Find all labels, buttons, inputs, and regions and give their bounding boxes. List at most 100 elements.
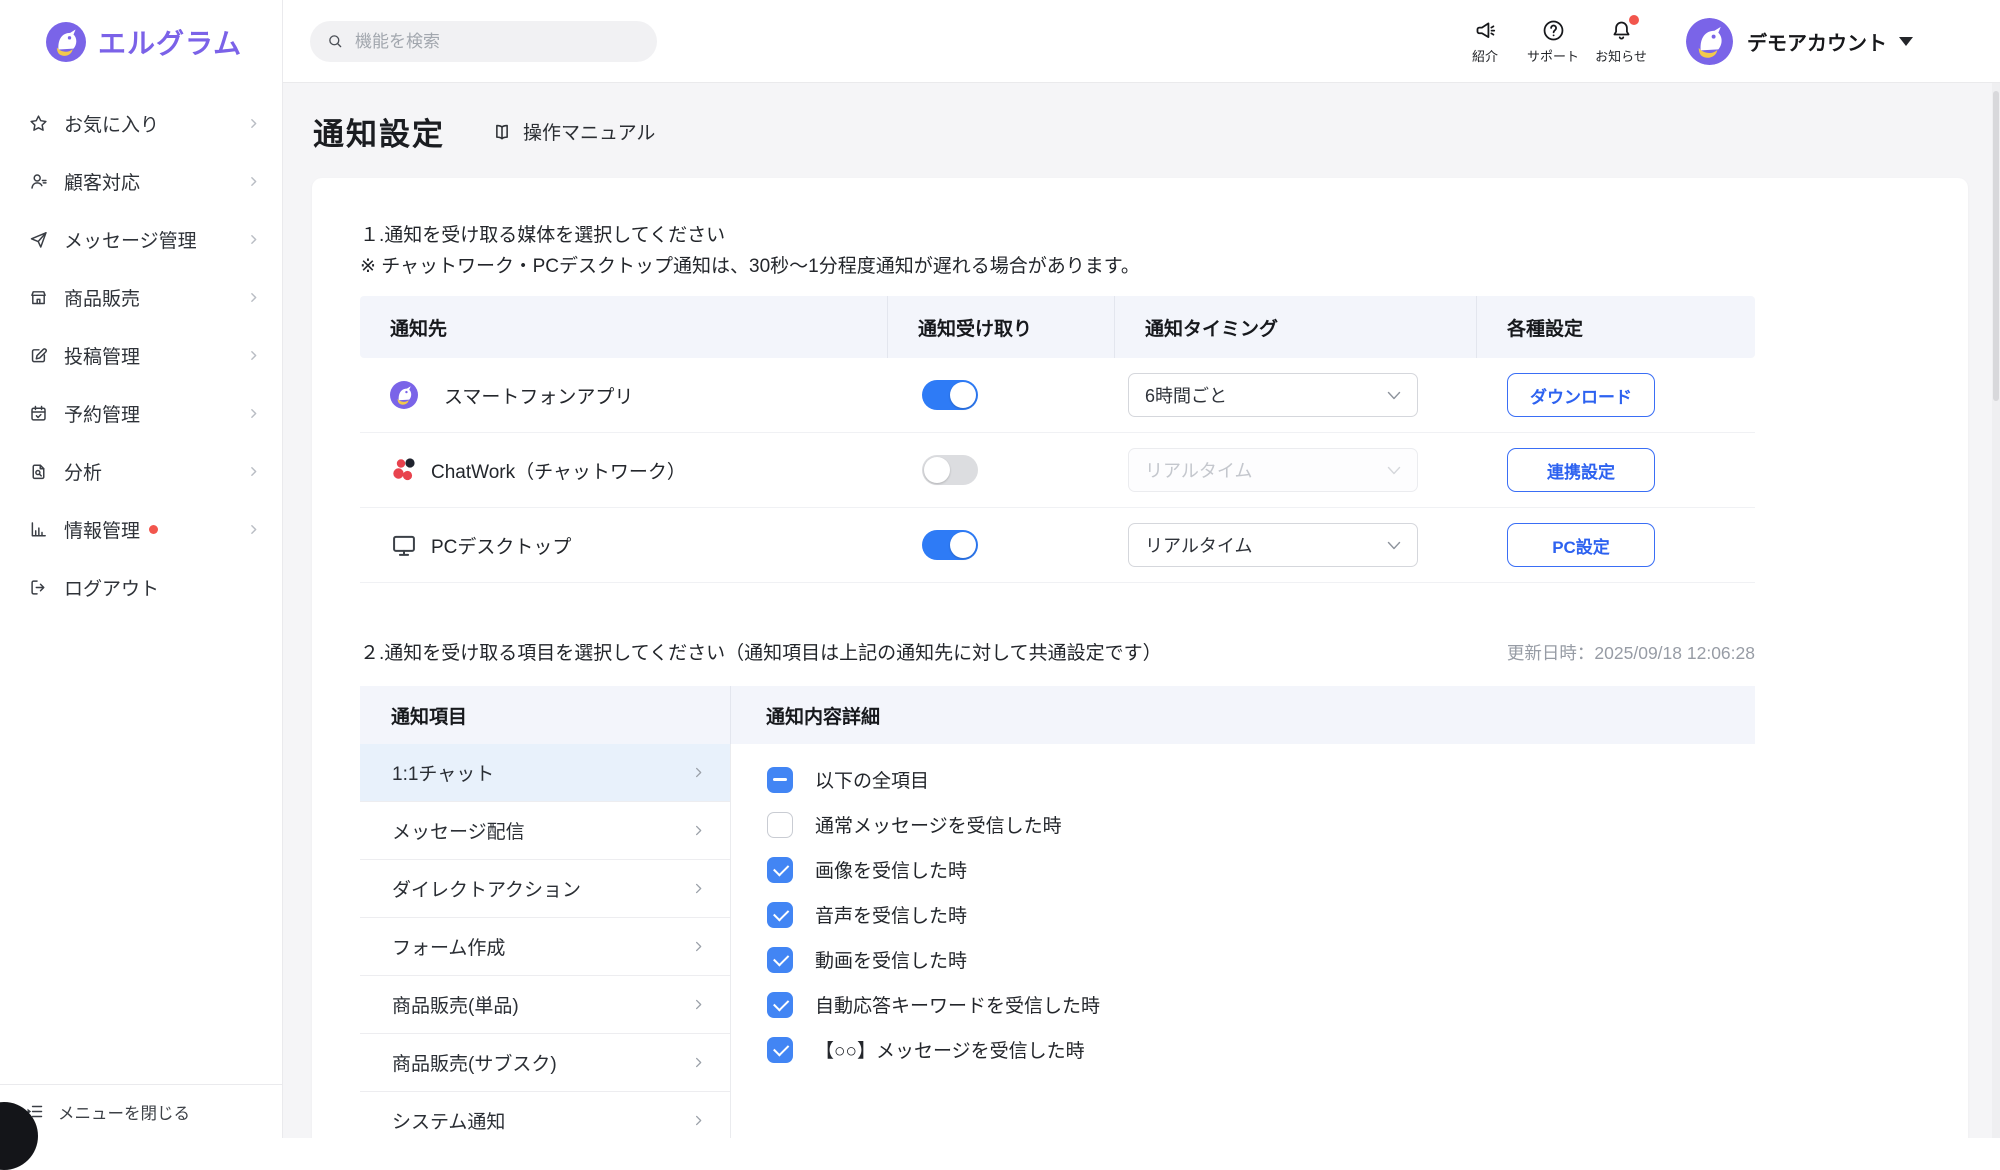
search-box[interactable]: [310, 21, 657, 62]
sidebar-nav: お気に入り 顧客対応 メッセージ管理 商品販売 投稿管理 予約管理: [0, 94, 282, 616]
col-notify-target: 通知先: [360, 296, 887, 358]
topbar-actions: 紹介 サポート お知らせ デモアカウント: [1448, 0, 1913, 83]
chevron-right-icon: [247, 407, 260, 420]
checkbox[interactable]: [767, 902, 793, 928]
chevron-right-icon: [691, 823, 706, 838]
edit-icon: [28, 345, 49, 366]
category-item-1on1-chat[interactable]: 1:1チャット: [360, 744, 730, 802]
checkbox[interactable]: [767, 1037, 793, 1063]
updated-at: 更新日時：2025/09/18 12:06:28: [1507, 640, 1755, 665]
notify-target-cell: ChatWork（チャットワーク）: [360, 456, 887, 484]
close-menu-label: メニューを閉じる: [58, 1100, 190, 1124]
button-cell: 連携設定: [1476, 448, 1755, 492]
close-menu-button[interactable]: メニューを閉じる: [0, 1084, 282, 1138]
col-settings: 各種設定: [1476, 296, 1755, 358]
option-row-all-items[interactable]: 以下の全項目: [767, 757, 1755, 802]
table-row-pc-desktop: PCデスクトップ リアルタイム PC設定: [360, 508, 1755, 583]
category-label: 商品販売(単品): [392, 991, 519, 1018]
manual-link[interactable]: 操作マニュアル: [491, 118, 655, 145]
category-label: メッセージ配信: [392, 817, 525, 844]
referral-label: 紹介: [1472, 46, 1498, 65]
user-icon: [28, 171, 49, 192]
scrollbar-thumb[interactable]: [1993, 91, 1999, 401]
account-dropdown-caret-icon[interactable]: [1899, 37, 1913, 46]
option-row-image-received[interactable]: 画像を受信した時: [767, 847, 1755, 892]
receive-toggle[interactable]: [922, 455, 978, 485]
category-item-product-sales-subscription[interactable]: 商品販売(サブスク): [360, 1034, 730, 1092]
search-input[interactable]: [355, 32, 641, 52]
sidebar-item-label: 商品販売: [64, 284, 140, 311]
sidebar-item-logout[interactable]: ログアウト: [0, 558, 282, 616]
sidebar-item-post-management[interactable]: 投稿管理: [0, 326, 282, 384]
support-button[interactable]: サポート: [1522, 18, 1584, 65]
select-cell: リアルタイム: [1114, 523, 1476, 567]
sidebar-item-product-sales[interactable]: 商品販売: [0, 268, 282, 326]
chevron-right-icon: [247, 291, 260, 304]
checkbox[interactable]: [767, 947, 793, 973]
notify-target-label: ChatWork（チャットワーク）: [431, 457, 686, 484]
col-notify-detail: 通知内容詳細: [731, 686, 1755, 744]
category-item-direct-action[interactable]: ダイレクトアクション: [360, 860, 730, 918]
select-cell: リアルタイム: [1114, 448, 1476, 492]
option-row-video-received[interactable]: 動画を受信した時: [767, 937, 1755, 982]
receive-toggle[interactable]: [922, 380, 978, 410]
notify-items-table-header: 通知項目 通知内容詳細: [360, 686, 1755, 744]
col-notify-item: 通知項目: [360, 686, 731, 744]
checkbox[interactable]: [767, 767, 793, 793]
chevron-right-icon: [247, 349, 260, 362]
checkbox[interactable]: [767, 857, 793, 883]
category-item-product-sales-single[interactable]: 商品販売(単品): [360, 976, 730, 1034]
option-row-marked-message[interactable]: 【○○】メッセージを受信した時: [767, 1027, 1755, 1072]
download-button[interactable]: ダウンロード: [1507, 373, 1655, 417]
chatwork-link-settings-button[interactable]: 連携設定: [1507, 448, 1655, 492]
account-avatar[interactable]: [1686, 18, 1733, 65]
chevron-right-icon: [247, 233, 260, 246]
receive-toggle[interactable]: [922, 530, 978, 560]
option-row-audio-received[interactable]: 音声を受信した時: [767, 892, 1755, 937]
option-list: 以下の全項目 通常メッセージを受信した時 画像を受信した時 音声を受信した時: [731, 744, 1755, 1072]
category-item-form-creation[interactable]: フォーム作成: [360, 918, 730, 976]
select-cell: 6時間ごと: [1114, 373, 1476, 417]
logout-icon: [28, 577, 49, 598]
referral-button[interactable]: 紹介: [1454, 18, 1516, 65]
scrollbar-track[interactable]: [1992, 83, 2000, 1138]
sidebar-item-label: 投稿管理: [64, 342, 140, 369]
brand-logo[interactable]: エルグラム: [46, 22, 242, 62]
desktop-monitor-icon: [390, 531, 418, 559]
sidebar-item-info-management[interactable]: 情報管理: [0, 500, 282, 558]
option-label: 自動応答キーワードを受信した時: [815, 991, 1100, 1018]
category-item-system-notification[interactable]: システム通知: [360, 1092, 730, 1138]
category-item-message-delivery[interactable]: メッセージ配信: [360, 802, 730, 860]
section2-heading: ２.通知を受け取る項目を選択してください（通知項目は上記の通知先に対して共通設定…: [360, 638, 1162, 665]
app-logo-icon: [390, 381, 418, 409]
timing-select[interactable]: 6時間ごと: [1128, 373, 1418, 417]
timing-select[interactable]: リアルタイム: [1128, 523, 1418, 567]
pc-settings-button[interactable]: PC設定: [1507, 523, 1655, 567]
sidebar-item-reservation-management[interactable]: 予約管理: [0, 384, 282, 442]
checkbox[interactable]: [767, 812, 793, 838]
notification-dot: [149, 525, 158, 534]
option-label: 画像を受信した時: [815, 856, 967, 883]
chevron-right-icon: [691, 881, 706, 896]
timing-select-value: リアルタイム: [1145, 532, 1387, 558]
notify-target-label: PCデスクトップ: [431, 532, 571, 559]
chevron-right-icon: [247, 175, 260, 188]
button-cell: ダウンロード: [1476, 373, 1755, 417]
sidebar-item-favorites[interactable]: お気に入り: [0, 94, 282, 152]
option-label: 以下の全項目: [815, 766, 929, 793]
option-row-normal-message[interactable]: 通常メッセージを受信した時: [767, 802, 1755, 847]
checkbox[interactable]: [767, 992, 793, 1018]
sidebar-item-customer-support[interactable]: 顧客対応: [0, 152, 282, 210]
notify-items-table: 通知項目 通知内容詳細 1:1チャット メッセージ配信 ダイレクトアクション: [360, 686, 1755, 1138]
account-name[interactable]: デモアカウント: [1747, 27, 1887, 56]
category-label: ダイレクトアクション: [392, 875, 581, 902]
timing-select[interactable]: リアルタイム: [1128, 448, 1418, 492]
toggle-cell: [887, 455, 1114, 485]
sidebar-item-analytics[interactable]: 分析: [0, 442, 282, 500]
sidebar-item-message-management[interactable]: メッセージ管理: [0, 210, 282, 268]
section1-note: ※ チャットワーク・PCデスクトップ通知は、30秒〜1分程度通知が遅れる場合があ…: [360, 251, 1140, 282]
notification-badge: [1629, 15, 1639, 25]
news-button[interactable]: お知らせ: [1590, 18, 1652, 65]
category-list: 1:1チャット メッセージ配信 ダイレクトアクション フォーム作成: [360, 744, 731, 1138]
option-row-auto-reply-keyword[interactable]: 自動応答キーワードを受信した時: [767, 982, 1755, 1027]
